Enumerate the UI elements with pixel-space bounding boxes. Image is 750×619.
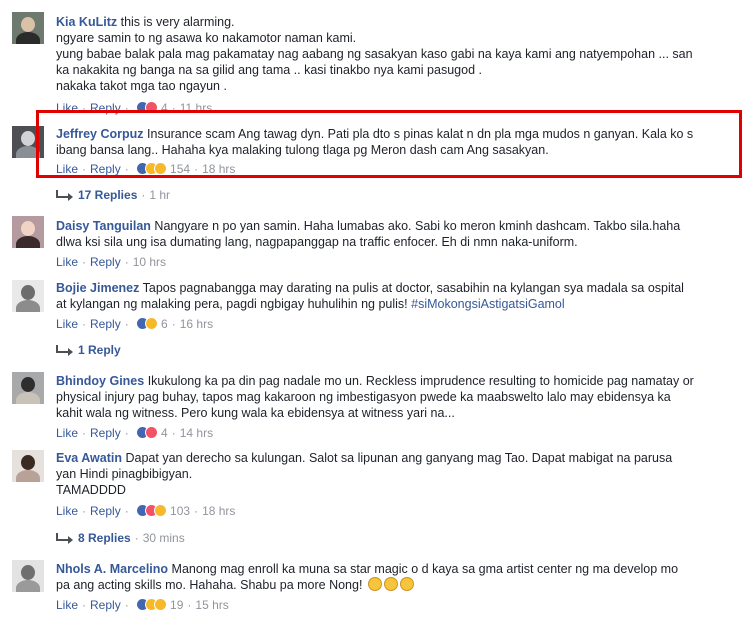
reaction-count[interactable]: 4: [161, 426, 168, 440]
replies-timestamp: 1 hr: [149, 188, 171, 202]
love-reaction-icon: [145, 425, 159, 439]
reply-arrow-icon: [56, 533, 73, 544]
like-link[interactable]: Like: [56, 255, 78, 269]
reactions[interactable]: [136, 503, 168, 518]
like-link[interactable]: Like: [56, 317, 78, 331]
timestamp[interactable]: 10 hrs: [133, 255, 166, 269]
wow-reaction-icon: [154, 597, 168, 611]
like-link[interactable]: Like: [56, 598, 78, 612]
commenter-name[interactable]: Bojie Jimenez: [56, 281, 139, 295]
comment-line: physical injury pag buhay, tapos mag kak…: [56, 390, 671, 404]
timestamp[interactable]: 15 hrs: [195, 598, 228, 612]
reply-arrow-icon: [56, 190, 73, 201]
comment-line: ka nakakita ng banga na sa gilid ang tam…: [56, 63, 482, 77]
comment-line: Bhindoy Gines Ikukulong ka pa din pag na…: [56, 374, 694, 388]
comment-line: Eva Awatin Dapat yan derecho sa kulungan…: [56, 451, 673, 465]
comment-line: Nhols A. Marcelino Manong mag enroll ka …: [56, 562, 679, 576]
commenter-name[interactable]: Nhols A. Marcelino: [56, 562, 168, 576]
reply-link[interactable]: Reply: [90, 317, 121, 331]
comment-line: Kia KuLitz this is very alarming.: [56, 15, 235, 29]
comment-line: pa ang acting skills mo. Hahaha. Shabu p…: [56, 577, 742, 593]
comment-line: Daisy Tanguilan Nangyare n po yan samin.…: [56, 219, 681, 233]
highlight-box: [36, 110, 742, 178]
reaction-count[interactable]: 6: [161, 317, 168, 331]
laughing-emoji-icon: [383, 577, 398, 591]
comment-actions: Like · Reply · 19 · 15 hrs: [56, 597, 229, 612]
reaction-count[interactable]: 103: [170, 504, 190, 518]
avatar[interactable]: [12, 12, 44, 44]
commenter-name[interactable]: Bhindoy Gines: [56, 374, 144, 388]
comment-line: kahit wala ng witness. Pero kung wala ka…: [56, 406, 455, 420]
comment-actions: Like · Reply · 4 · 14 hrs: [56, 425, 214, 440]
commenter-name[interactable]: Eva Awatin: [56, 451, 122, 465]
reply-link[interactable]: Reply: [90, 426, 121, 440]
replies-count-link[interactable]: 1 Reply: [78, 343, 121, 357]
timestamp[interactable]: 14 hrs: [180, 426, 213, 440]
like-link[interactable]: Like: [56, 504, 78, 518]
avatar[interactable]: [12, 560, 44, 592]
avatar[interactable]: [12, 216, 44, 248]
replies-count-link[interactable]: 17 Replies: [78, 188, 137, 202]
reactions[interactable]: [136, 316, 159, 331]
comment-actions: Like · Reply · 103 · 18 hrs: [56, 503, 236, 518]
hashtag-link[interactable]: #siMokongsiAstigatsiGamol: [411, 297, 565, 311]
replies-timestamp: 30 mins: [142, 531, 185, 545]
comment-line: ngyare samin to ng asawa ko nakamotor na…: [56, 31, 357, 45]
timestamp[interactable]: 18 hrs: [202, 504, 235, 518]
reply-arrow-icon: [56, 345, 73, 356]
avatar[interactable]: [12, 280, 44, 312]
comment-line: at kylangan ng malaking pera, pagdi ngbi…: [56, 297, 565, 311]
replies-count-link[interactable]: 8 Replies: [78, 531, 131, 545]
laughing-emoji-icon: [367, 577, 382, 591]
timestamp[interactable]: 16 hrs: [180, 317, 213, 331]
comment-line: Bojie Jimenez Tapos pagnabangga may dara…: [56, 281, 684, 295]
haha-reaction-icon: [145, 316, 159, 330]
commenter-name[interactable]: Kia KuLitz: [56, 15, 117, 29]
like-link[interactable]: Like: [56, 426, 78, 440]
comment-line: yan Hindi pinagbibigyan.: [56, 467, 193, 481]
comment-line: nakaka takot mga tao ngayun .: [56, 79, 227, 93]
comment-line: yung babae balak pala mag pakamatay nag …: [56, 47, 693, 61]
reply-link[interactable]: Reply: [90, 598, 121, 612]
haha-reaction-icon: [154, 503, 168, 517]
comment-line: dlwa ksi sila ung isa dumating lang, nag…: [56, 235, 578, 249]
view-replies[interactable]: 17 Replies · 1 hr: [56, 187, 170, 203]
reply-link[interactable]: Reply: [90, 255, 121, 269]
view-replies[interactable]: 1 Reply: [56, 342, 121, 358]
reply-link[interactable]: Reply: [90, 504, 121, 518]
avatar[interactable]: [12, 372, 44, 404]
avatar[interactable]: [12, 450, 44, 482]
reactions[interactable]: [136, 425, 159, 440]
comment-actions: Like · Reply · 6 · 16 hrs: [56, 316, 214, 331]
comment-actions: Like · Reply · 10 hrs: [56, 255, 167, 269]
view-replies[interactable]: 8 Replies · 30 mins: [56, 530, 185, 546]
reaction-count[interactable]: 19: [170, 598, 183, 612]
comment-line: TAMADDDD: [56, 483, 126, 497]
reactions[interactable]: [136, 597, 168, 612]
laughing-emoji-icon: [399, 577, 414, 591]
commenter-name[interactable]: Daisy Tanguilan: [56, 219, 151, 233]
